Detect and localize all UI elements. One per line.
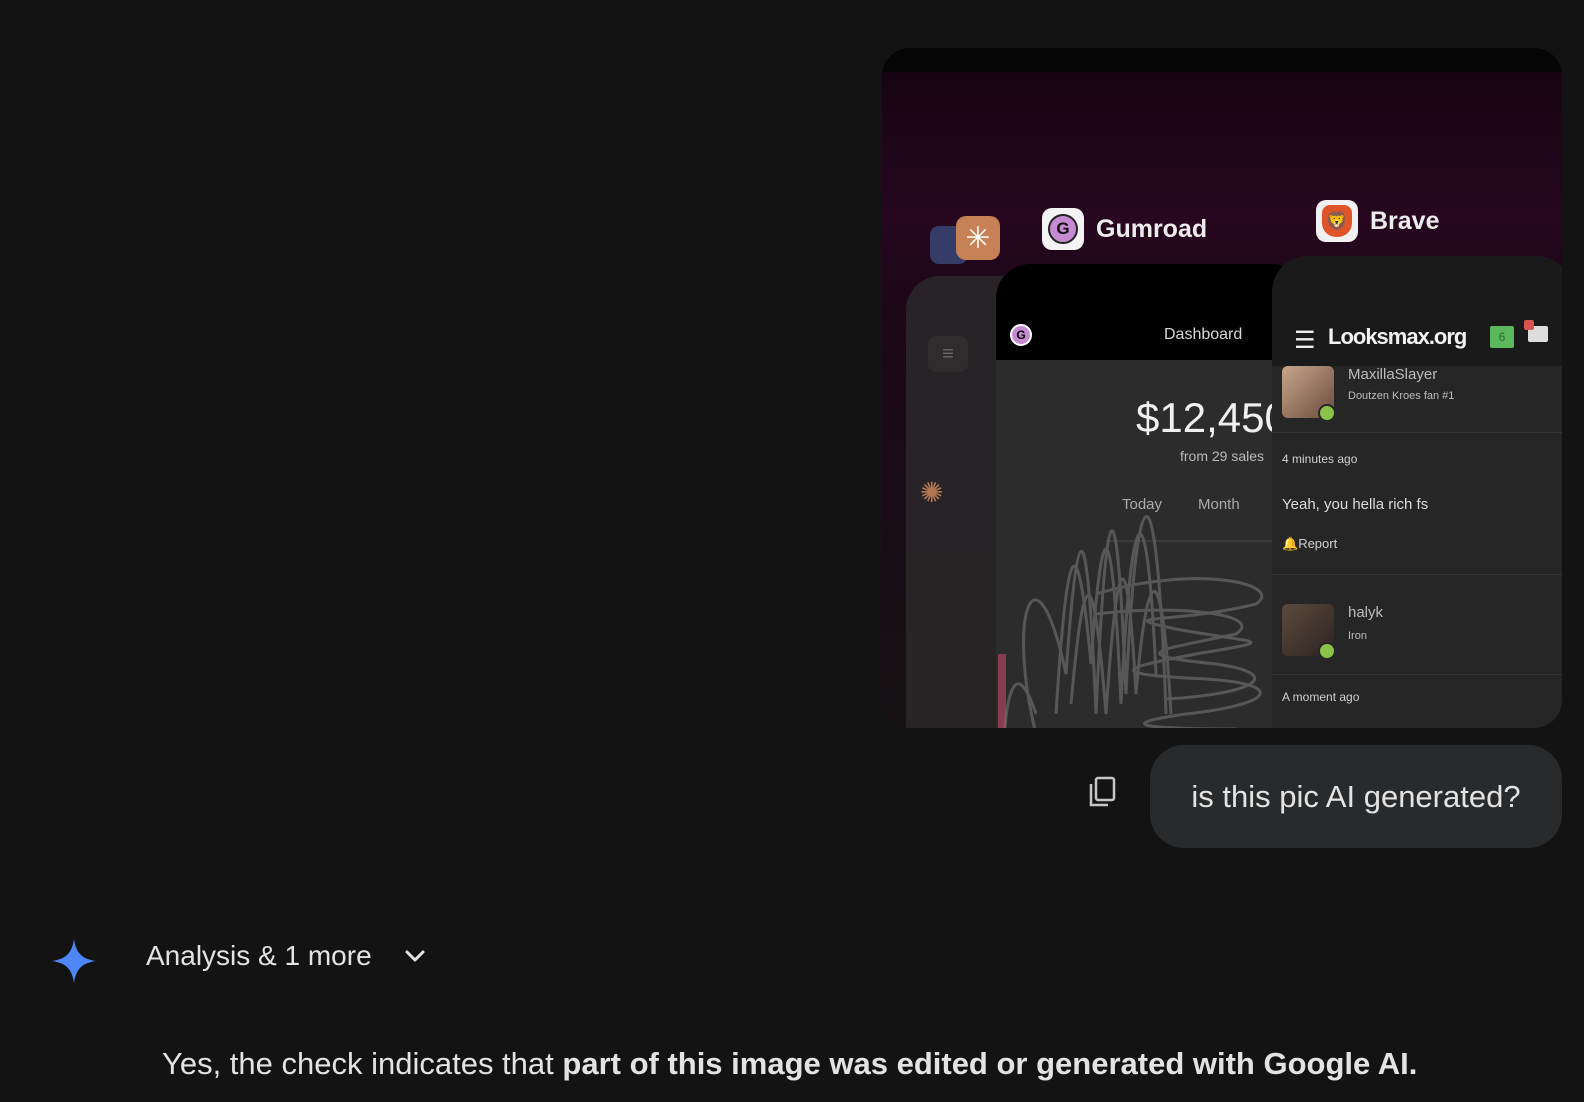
post-user-title: Iron	[1348, 630, 1367, 642]
brave-app-label: 🦁 Brave	[1316, 200, 1440, 242]
copy-icon	[1089, 776, 1116, 807]
forum-header: ☰ Looksmax.org 6	[1272, 256, 1562, 366]
attached-image[interactable]: ✳ G Gumroad 🦁 Brave ≡ ✺ G Dashboard $12,…	[882, 48, 1562, 728]
post-username: MaxillaSlayer	[1348, 366, 1438, 383]
user-prompt-bubble: is this pic AI generated?	[1150, 745, 1562, 848]
claude-icon: ✳	[956, 216, 1000, 260]
divider	[1272, 574, 1562, 575]
avatar	[1282, 366, 1336, 422]
sparkle-icon: ✺	[920, 477, 944, 508]
gumroad-logo: G	[1010, 324, 1032, 346]
report-link: 🔔Report	[1282, 536, 1338, 551]
gumroad-icon: G	[1042, 208, 1084, 250]
scribble-redaction	[998, 515, 1264, 728]
hamburger-menu-icon: ☰	[1294, 327, 1316, 354]
online-indicator	[1318, 642, 1336, 660]
response-highlight: part of this image was edited or generat…	[562, 1046, 1418, 1081]
menu-icon: ≡	[928, 336, 968, 372]
gumroad-header: G Dashboard	[996, 264, 1306, 360]
post-user-title: Doutzen Kroes fan #1	[1348, 390, 1455, 402]
gumroad-app-label: G Gumroad	[1042, 208, 1207, 250]
divider	[1272, 674, 1562, 675]
online-indicator	[1318, 404, 1336, 422]
post-message: Yeah, you hella rich fs	[1282, 496, 1429, 513]
inbox-icon	[1524, 320, 1548, 342]
alerts-badge: 6	[1490, 326, 1514, 348]
response-text: Yes, the check indicates that part of th…	[162, 1046, 1418, 1081]
divider	[1272, 432, 1562, 433]
gumroad-card: G Dashboard $12,450 from 29 sales Today …	[996, 264, 1306, 728]
chevron-down-icon	[405, 950, 425, 962]
gemini-spark-icon	[52, 939, 96, 983]
post-username: halyk	[1348, 604, 1384, 621]
post-time: 4 minutes ago	[1282, 452, 1358, 466]
image-top-bar	[882, 48, 1562, 72]
analysis-label: Analysis & 1 more	[146, 940, 372, 971]
brave-lion-icon: 🦁	[1316, 200, 1358, 242]
analysis-toggle[interactable]: Analysis & 1 more	[146, 940, 425, 972]
post-time: A moment ago	[1282, 690, 1360, 704]
site-logo: Looksmax.org	[1328, 324, 1467, 349]
avatar	[1282, 604, 1336, 660]
dashboard-label: Dashboard	[1164, 326, 1243, 343]
copy-prompt-button[interactable]	[1084, 774, 1120, 810]
brave-card: ☰ Looksmax.org 6 MaxillaSlayer Doutzen K…	[1272, 256, 1562, 728]
